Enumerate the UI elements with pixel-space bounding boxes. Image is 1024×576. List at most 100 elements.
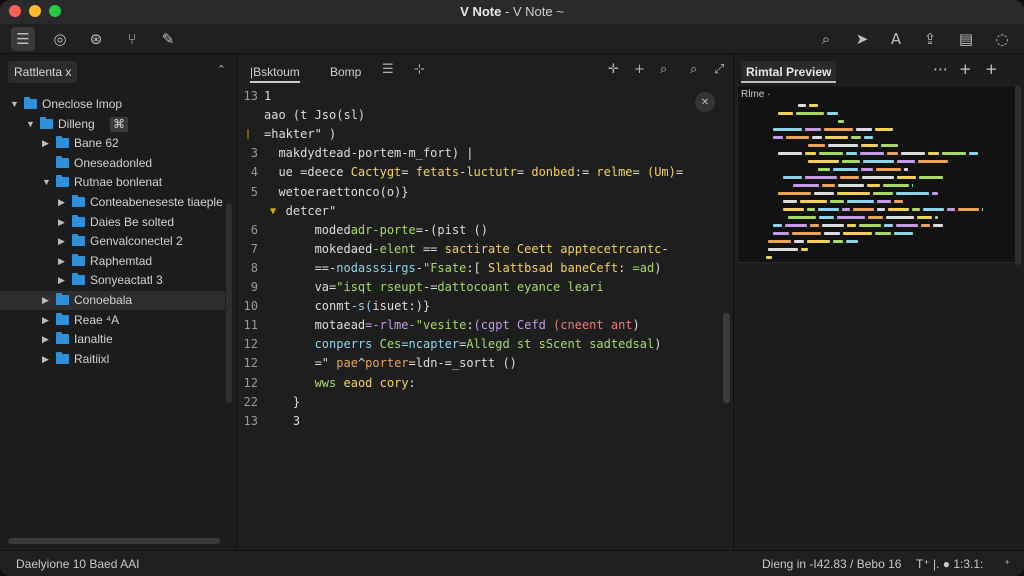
settings-icon[interactable]: ✕ <box>695 92 715 112</box>
preview-stroke <box>810 224 819 227</box>
share-icon[interactable]: ⇪ <box>918 27 942 51</box>
code-token: : <box>466 318 474 333</box>
more-icon[interactable]: ⋯ <box>933 60 948 78</box>
code-token: sScent <box>538 337 582 352</box>
tree-item[interactable]: ▶ Reae ⁴A <box>0 311 225 330</box>
code-area[interactable]: 13 1 aao (t Jso(sl) | =hakter" ) 3 makdydtead… <box>238 83 723 550</box>
tree-item-label: Ianaltie <box>74 332 113 347</box>
preview-scrollbar[interactable] <box>1015 85 1021 265</box>
code-text: wetoeraettonco(o)} <box>264 183 408 202</box>
tree-item[interactable]: Oneseadonled <box>0 154 225 173</box>
preview-stroke <box>773 232 789 235</box>
tree-item[interactable]: ▶ Conteabeneseste tiaeple <box>0 193 225 212</box>
expand-arrow-icon[interactable]: ▼ <box>26 115 35 134</box>
code-token: Allegd <box>466 337 510 352</box>
editor-scrollbar[interactable] <box>723 313 730 403</box>
tree-item[interactable]: ▶ Ianaltie <box>0 330 225 349</box>
collapse-arrow-icon[interactable]: ▶ <box>42 291 49 310</box>
split-icon[interactable]: ⊹ <box>414 62 425 77</box>
branch-icon[interactable]: ⑂ <box>120 27 144 51</box>
line-number: 3 <box>250 146 258 161</box>
tree-item[interactable]: ▶ Sonyeactatl 3 <box>0 271 225 290</box>
code-line: 22 } <box>238 393 718 412</box>
collapse-arrow-icon[interactable]: ▶ <box>42 350 49 369</box>
main-toolbar: ☰ ◎ ⊛ ⑂ ✎ ⌕ ➤ A ⇪ ▤ ◌ <box>0 24 1024 54</box>
preview-stroke <box>818 168 830 171</box>
preview-stroke <box>788 216 816 219</box>
tree-item-label: Raphemtad <box>90 253 153 268</box>
tree-item[interactable]: ▼ Rutnae bonlenat <box>0 173 225 192</box>
collapse-arrow-icon[interactable]: ▶ <box>58 193 65 212</box>
collapse-arrow-icon[interactable]: ▶ <box>58 232 65 251</box>
collapse-arrow-icon[interactable]: ▶ <box>42 134 49 153</box>
preview-stroke <box>833 168 858 171</box>
tree-item[interactable]: ▼ Oneclose lmop <box>0 95 225 114</box>
tree-item[interactable]: ▶ Raphemtad <box>0 252 225 271</box>
chat-icon[interactable]: ◌ <box>990 27 1014 51</box>
tree-item[interactable]: ▶ Bane 62 <box>0 134 225 153</box>
code-line: 11 motaead=-rlme-"vesite:(cgpt Cefd (cne… <box>238 316 718 335</box>
tree-item[interactable]: ▶ Raitiixl <box>0 350 225 369</box>
tree-item-label: Conteabeneseste tiaeple <box>90 195 223 209</box>
history-icon[interactable]: ⊛ <box>84 27 108 51</box>
add-preview-icon[interactable]: + <box>959 60 972 78</box>
pin-icon[interactable]: ✎ <box>156 27 180 51</box>
preview-stroke <box>786 136 809 139</box>
expand-icon[interactable]: ⤢ <box>714 62 724 77</box>
code-text: ==-nodasssirgs-"Fsate:[ Slattbsad baneCe… <box>264 259 662 278</box>
line-number: 13 <box>243 89 258 103</box>
breakpoint-marker[interactable]: | <box>245 125 251 144</box>
folder-icon <box>24 97 37 109</box>
tab-editor-active[interactable]: |Bsktoum <box>250 61 300 83</box>
preview-stroke <box>827 112 838 115</box>
tree-item[interactable]: ▶ Daies Be solted <box>0 213 225 232</box>
expand-arrow-icon[interactable]: ▼ <box>42 173 51 192</box>
tree-item[interactable]: ▶ Conoebala <box>0 291 225 310</box>
find-icon[interactable]: ⌕ <box>660 62 667 77</box>
search-icon[interactable]: ⌕ <box>814 27 838 51</box>
folder-icon <box>72 253 85 266</box>
tab-editor-second[interactable]: Bomp <box>330 61 361 83</box>
code-token: =" <box>264 356 337 371</box>
collapse-arrow-icon[interactable]: ▶ <box>58 271 65 290</box>
code-token: conmt <box>264 299 351 314</box>
tree-item[interactable]: ▼ Dilleng ⌘ <box>0 115 225 134</box>
preview-stroke <box>783 208 804 211</box>
explorer-tab[interactable]: Rattlenta x <box>8 61 78 83</box>
outline-icon[interactable]: ☰ <box>382 62 394 77</box>
add-icon[interactable]: + <box>634 62 645 77</box>
add-panel-icon[interactable]: + <box>985 60 998 78</box>
move-icon[interactable]: ✛ <box>608 62 619 77</box>
code-token: :[ <box>466 260 489 275</box>
font-icon[interactable]: A <box>884 27 908 51</box>
preview-stroke <box>863 160 894 163</box>
collapse-arrow-icon[interactable]: ▶ <box>58 213 65 232</box>
code-token: wws <box>314 375 337 390</box>
archive-icon[interactable]: ▤ <box>954 27 978 51</box>
globe-icon[interactable]: ◎ <box>48 27 72 51</box>
collapse-arrow-icon[interactable]: ▶ <box>42 311 49 330</box>
tree-item[interactable]: ▶ Genvalconectel 2 <box>0 232 225 251</box>
code-line: | =hakter" ) <box>238 125 718 144</box>
rendered-preview: Rlme · <box>737 85 1021 263</box>
sidebar-vertical-scrollbar[interactable] <box>226 203 232 403</box>
code-token: pae <box>336 356 358 371</box>
code-token: -elent <box>372 241 416 256</box>
sidebar-horizontal-scrollbar[interactable] <box>8 538 220 544</box>
list-icon[interactable]: ☰ <box>11 27 35 51</box>
expand-arrow-icon[interactable]: ▼ <box>10 95 19 114</box>
preview-stroke <box>846 240 858 243</box>
preview-title[interactable]: Rimtal Preview <box>741 61 837 83</box>
preview-stroke <box>881 144 898 147</box>
collapse-arrow-icon[interactable]: ▶ <box>42 330 49 349</box>
zoom-icon[interactable]: ⌕ <box>690 62 697 77</box>
send-icon[interactable]: ➤ <box>850 27 874 51</box>
collapse-panel-icon[interactable]: ⌃ <box>217 63 226 76</box>
code-token: = <box>516 165 532 180</box>
code-token: apptecetrcantc <box>560 241 662 256</box>
preview-stroke <box>897 160 915 163</box>
collapse-arrow-icon[interactable]: ▶ <box>58 252 65 271</box>
preview-stroke <box>947 208 955 211</box>
